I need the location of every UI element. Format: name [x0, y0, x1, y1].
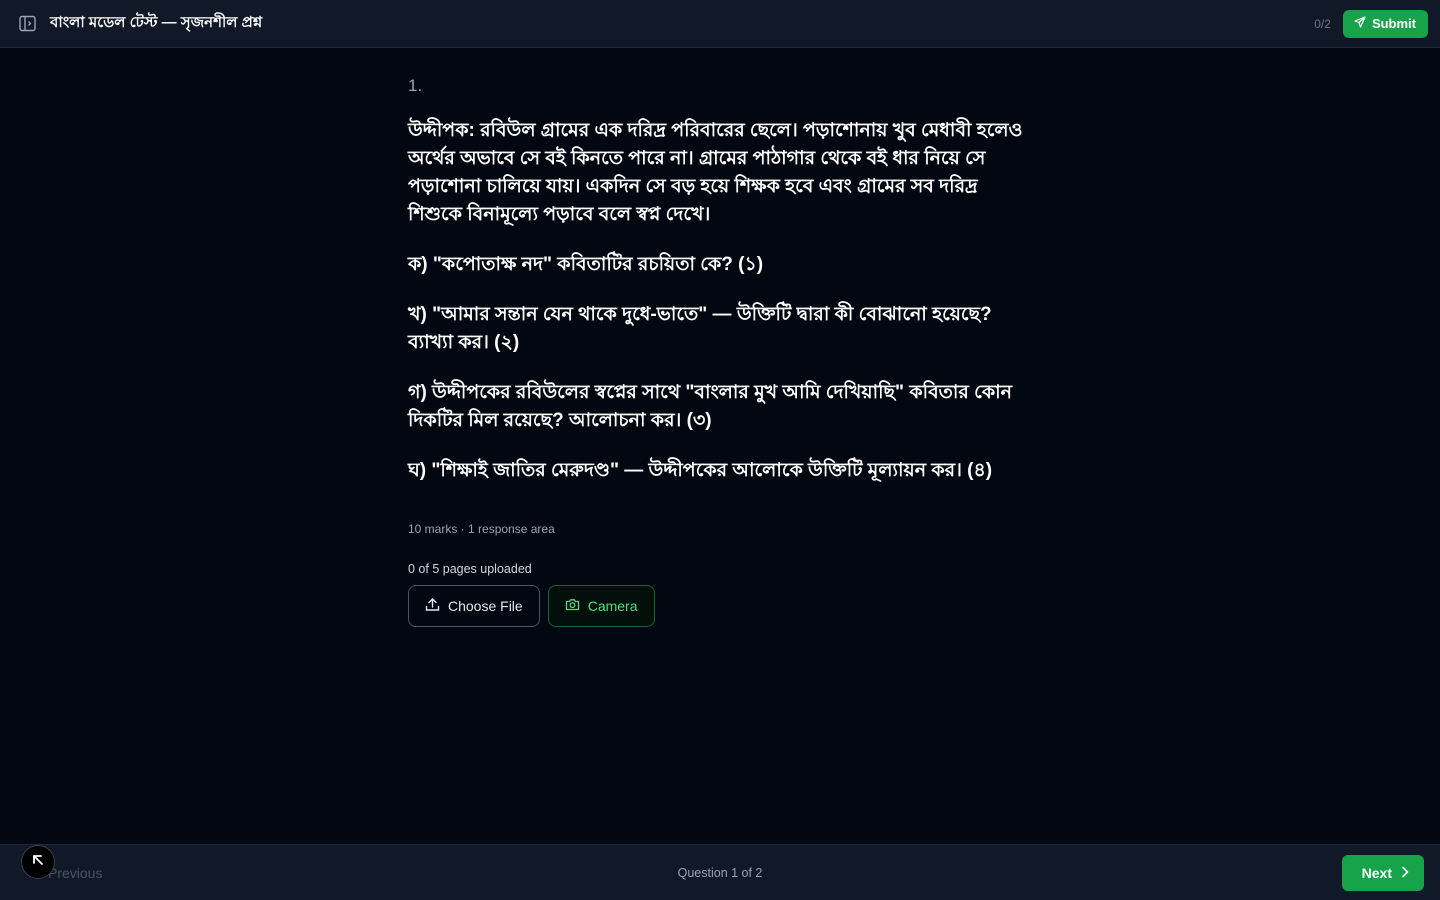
- question-panel: 1. উদ্দীপক: রবিউল গ্রামের এক দরিদ্র পরিব…: [408, 48, 1036, 627]
- bottom-navigation: Previous Question 1 of 2 Next: [0, 844, 1440, 900]
- upload-status: 0 of 5 pages uploaded: [408, 562, 532, 576]
- upload-icon: [425, 597, 440, 615]
- submit-label: Submit: [1371, 16, 1416, 31]
- question-stimulus: উদ্দীপক: রবিউল গ্রামের এক দরিদ্র পরিবারে…: [408, 120, 1023, 225]
- choose-file-label: Choose File: [448, 598, 523, 614]
- sidebar-toggle-icon[interactable]: [18, 15, 36, 33]
- question-indicator: Question 1 of 2: [677, 866, 763, 880]
- arrow-up-left-icon: [30, 852, 46, 873]
- question-number: 1.: [408, 76, 423, 95]
- chevron-right-icon: [1400, 865, 1410, 881]
- floating-action-button[interactable]: [21, 845, 55, 879]
- sub-question-ka: ক) "কপোতাক্ষ নদ" কবিতাটির রচয়িতা কে? (১…: [408, 254, 764, 275]
- sub-question-gha: ঘ) "শিক্ষাই জাতির মেরুদণ্ড" — উদ্দীপকের …: [408, 460, 993, 481]
- answered-count: 0/2: [1314, 16, 1331, 31]
- page-title: বাংলা মডেল টেস্ট — সৃজনশীল প্রশ্ন: [50, 14, 263, 31]
- next-label: Next: [1361, 865, 1392, 881]
- question-meta: 10 marks · 1 response area: [408, 522, 555, 536]
- next-button[interactable]: Next: [1341, 855, 1424, 891]
- sub-question-kha: খ) "আমার সন্তান যেন থাকে দুধে-ভাতে" — উক…: [408, 304, 992, 353]
- upload-actions: Choose File Camera: [408, 585, 1036, 627]
- submit-button[interactable]: Submit: [1342, 9, 1428, 38]
- camera-label: Camera: [587, 598, 638, 614]
- sub-question-ga: গ) উদ্দীপকের রবিউলের স্বপ্নের সাথে "বাংল…: [408, 382, 1012, 431]
- send-icon: [1354, 16, 1366, 31]
- choose-file-button[interactable]: Choose File: [408, 585, 540, 627]
- camera-button[interactable]: Camera: [547, 585, 655, 627]
- top-header: বাংলা মডেল টেস্ট — সৃজনশীল প্রশ্ন 0/2 Su…: [0, 0, 1440, 48]
- camera-icon: [565, 597, 580, 615]
